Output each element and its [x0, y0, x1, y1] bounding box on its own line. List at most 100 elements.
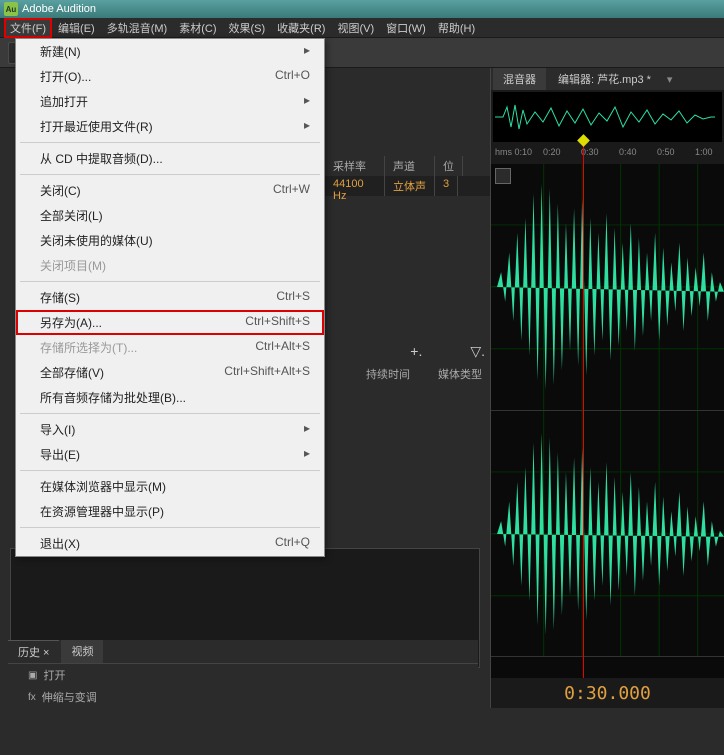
menu-item-label: 另存为(A)...	[40, 314, 102, 331]
plus-icon[interactable]: +.	[410, 343, 422, 360]
file-menu-item[interactable]: 关闭未使用的媒体(U)	[16, 228, 324, 253]
menu-item-label: 全部关闭(L)	[40, 207, 103, 224]
file-menu-item[interactable]: 关闭(C) Ctrl+W	[16, 178, 324, 203]
col-channels: 声道	[385, 156, 435, 176]
menu-item-shortcut: Ctrl+Q	[275, 535, 310, 552]
menu-item-label: 从 CD 中提取音频(D)...	[40, 150, 163, 167]
tab-editor[interactable]: 编辑器: 芦花.mp3 *	[548, 68, 661, 90]
file-menu-item[interactable]: 在媒体浏览器中显示(M)	[16, 474, 324, 499]
history-panel: 历史 × 视频 ▣ 打开 fx 伸缩与变调	[8, 640, 478, 708]
file-menu-item[interactable]: 退出(X) Ctrl+Q	[16, 531, 324, 556]
menu-file[interactable]: 文件(F)	[4, 18, 52, 38]
waveform-channel-right	[491, 411, 724, 658]
history-item-stretch[interactable]: fx 伸缩与变调	[8, 686, 478, 708]
menu-item-label: 在媒体浏览器中显示(M)	[40, 478, 166, 495]
file-menu-item[interactable]: 从 CD 中提取音频(D)...	[16, 146, 324, 171]
menu-item-shortcut: Ctrl+Alt+S	[255, 339, 310, 356]
menu-item-label: 追加打开	[40, 93, 88, 110]
menu-item-label: 所有音频存储为批处理(B)...	[40, 389, 186, 406]
menu-separator	[20, 527, 320, 528]
file-menu-item[interactable]: 全部关闭(L)	[16, 203, 324, 228]
editor-tab-strip: 混音器 编辑器: 芦花.mp3 * ▾	[491, 68, 724, 90]
file-menu-item[interactable]: 追加打开 ▸	[16, 89, 324, 114]
menu-item-label: 关闭项目(M)	[40, 257, 106, 274]
waveform-editor[interactable]	[491, 164, 724, 678]
menu-separator	[20, 413, 320, 414]
file-menu-item[interactable]: 导入(I) ▸	[16, 417, 324, 442]
waveform-overview[interactable]	[493, 92, 722, 142]
menu-item-shortcut: ▸	[304, 118, 310, 135]
col-bits: 位	[435, 156, 463, 176]
menu-item-shortcut: Ctrl+Shift+Alt+S	[224, 364, 310, 381]
col-duration: 持续时间	[366, 366, 410, 382]
menu-item-label: 全部存储(V)	[40, 364, 104, 381]
tick-label: 0:20	[543, 147, 561, 157]
tick-label: 0:40	[619, 147, 637, 157]
file-menu-item[interactable]: 存储(S) Ctrl+S	[16, 285, 324, 310]
file-menu-item[interactable]: 另存为(A)...Ctrl+Shift+S	[16, 310, 324, 335]
app-title: Adobe Audition	[22, 3, 96, 15]
tab-mixer[interactable]: 混音器	[493, 68, 546, 90]
file-menu-item[interactable]: 打开最近使用文件(R) ▸	[16, 114, 324, 139]
menu-item-label: 关闭(C)	[40, 182, 81, 199]
timeline-ruler[interactable]: hms 0:10 0:20 0:30 0:40 0:50 1:00	[491, 144, 724, 164]
playhead[interactable]	[583, 144, 584, 164]
menu-item-shortcut: ▸	[304, 446, 310, 463]
menu-item-shortcut: ▸	[304, 93, 310, 110]
info-value-row: 44100 Hz 立体声 3	[325, 176, 490, 196]
file-menu-item[interactable]: 全部存储(V) Ctrl+Shift+Alt+S	[16, 360, 324, 385]
menu-item-shortcut: ▸	[304, 43, 310, 60]
menu-separator	[20, 142, 320, 143]
file-menu-item[interactable]: 新建(N) ▸	[16, 39, 324, 64]
menu-window[interactable]: 窗口(W)	[380, 18, 432, 38]
menu-effects[interactable]: 效果(S)	[223, 18, 272, 38]
file-menu-item[interactable]: 关闭项目(M)	[16, 253, 324, 278]
open-icon: ▣	[28, 670, 37, 681]
val-samplerate: 44100 Hz	[325, 176, 385, 196]
col-samplerate: 采样率	[325, 156, 385, 176]
time-display: 0:30.000	[491, 678, 724, 708]
file-menu-item[interactable]: 导出(E) ▸	[16, 442, 324, 467]
menu-item-label: 导出(E)	[40, 446, 80, 463]
history-tab-strip: 历史 × 视频	[8, 640, 478, 664]
filter-icon[interactable]: ▽.	[470, 343, 485, 360]
tab-dropdown-icon[interactable]: ▾	[661, 73, 679, 86]
menu-item-label: 新建(N)	[40, 43, 81, 60]
fx-icon: fx	[28, 692, 36, 703]
history-label: 伸缩与变调	[42, 689, 97, 705]
menu-item-shortcut: ▸	[304, 421, 310, 438]
tab-video[interactable]: 视频	[61, 640, 103, 663]
file-menu-item[interactable]: 打开(O)... Ctrl+O	[16, 64, 324, 89]
menu-multitrack[interactable]: 多轨混音(M)	[101, 18, 174, 38]
val-bits: 3	[435, 176, 458, 196]
file-menu-item[interactable]: 在资源管理器中显示(P)	[16, 499, 324, 524]
menu-item-label: 退出(X)	[40, 535, 80, 552]
menu-item-label: 存储(S)	[40, 289, 80, 306]
tab-history[interactable]: 历史 ×	[8, 640, 59, 663]
menu-help[interactable]: 帮助(H)	[432, 18, 481, 38]
menu-item-shortcut: Ctrl+O	[275, 68, 310, 85]
history-item-open[interactable]: ▣ 打开	[8, 664, 478, 686]
menu-item-shortcut: Ctrl+W	[273, 182, 310, 199]
menu-item-shortcut: Ctrl+S	[276, 289, 310, 306]
file-menu-item[interactable]: 所有音频存储为批处理(B)...	[16, 385, 324, 410]
menu-edit[interactable]: 编辑(E)	[52, 18, 101, 38]
waveform-channel-left	[491, 164, 724, 411]
playhead-line	[583, 164, 584, 678]
menu-item-label: 导入(I)	[40, 421, 75, 438]
menu-item-label: 关闭未使用的媒体(U)	[40, 232, 153, 249]
menu-favorites[interactable]: 收藏夹(R)	[271, 18, 331, 38]
menu-item-label: 打开(O)...	[40, 68, 91, 85]
menu-separator	[20, 281, 320, 282]
tick-label: 1:00	[695, 147, 713, 157]
menu-bar: 文件(F) 编辑(E) 多轨混音(M) 素材(C) 效果(S) 收藏夹(R) 视…	[0, 18, 724, 38]
val-channels: 立体声	[385, 176, 435, 196]
menu-separator	[20, 470, 320, 471]
menu-item-label: 打开最近使用文件(R)	[40, 118, 153, 135]
right-panel: 混音器 编辑器: 芦花.mp3 * ▾ hms 0:10 0:20 0:30 0…	[490, 68, 724, 708]
menu-separator	[20, 174, 320, 175]
menu-view[interactable]: 视图(V)	[331, 18, 380, 38]
file-menu-item[interactable]: 存储所选择为(T)...Ctrl+Alt+S	[16, 335, 324, 360]
menu-item-label: 在资源管理器中显示(P)	[40, 503, 164, 520]
menu-clip[interactable]: 素材(C)	[173, 18, 222, 38]
